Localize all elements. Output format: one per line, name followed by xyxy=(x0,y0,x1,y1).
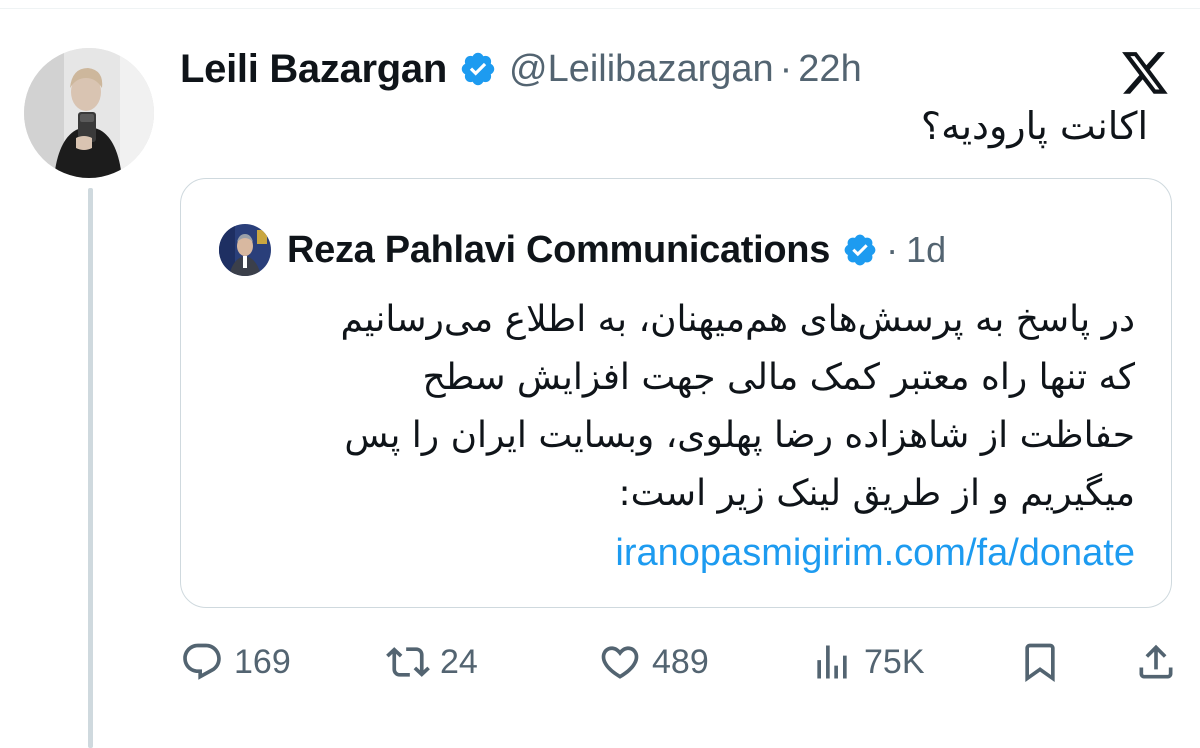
views-chart-icon xyxy=(817,645,847,679)
tweet-action-bar: 169 24 489 75K xyxy=(180,632,1180,692)
quoted-author-avatar[interactable] xyxy=(219,224,271,276)
quoted-header-separator: · xyxy=(886,229,899,270)
header-separator: · xyxy=(779,47,793,90)
donate-link[interactable]: iranopasmigirim.com/fa/donate xyxy=(215,523,1135,583)
quoted-text-line-2: که تنها راه معتبر کمک مالی جهت افزایش سط… xyxy=(422,357,1135,398)
retweet-count: 24 xyxy=(440,642,478,681)
reply-icon xyxy=(183,643,221,680)
quoted-tweet-timestamp[interactable]: 1d xyxy=(906,229,946,271)
views-button[interactable]: 75K xyxy=(810,632,925,692)
retweet-icon xyxy=(386,647,430,677)
quoted-text-line-1: در پاسخ به پرسش‌های هم‌میهنان، به اطلاع … xyxy=(340,299,1135,340)
like-count: 489 xyxy=(652,642,709,681)
quoted-text-line-3: حفاظت از شاهزاده رضا پهلوی، وبسایت ایران… xyxy=(344,415,1135,456)
author-avatar-image xyxy=(24,48,154,178)
views-count: 75K xyxy=(864,642,925,681)
share-icon xyxy=(1139,644,1173,679)
quoted-verified-badge-icon[interactable] xyxy=(842,232,878,268)
tweet-timestamp[interactable]: 22h xyxy=(798,48,861,91)
top-divider xyxy=(0,0,1200,9)
tweet-text: اکانت پارودیه؟ xyxy=(920,104,1148,148)
quoted-tweet-header: Reza Pahlavi Communications · 1d xyxy=(219,223,946,277)
reply-count: 169 xyxy=(234,642,291,681)
reply-button[interactable]: 169 xyxy=(180,632,291,692)
x-logo-icon[interactable] xyxy=(1120,52,1170,98)
bookmark-icon xyxy=(1025,643,1055,683)
quoted-tweet-body: در پاسخ به پرسش‌های هم‌میهنان، به اطلاع … xyxy=(215,291,1135,583)
quoted-tweet-card[interactable]: Reza Pahlavi Communications · 1d در پاسخ… xyxy=(180,178,1172,608)
bookmark-button[interactable] xyxy=(1018,632,1062,692)
tweet-header: Leili Bazargan @Leilibazargan · 22h xyxy=(180,44,862,94)
quoted-text-line-4: میگیریم و از طریق لینک زیر است: xyxy=(618,473,1135,514)
verified-badge-icon[interactable] xyxy=(459,50,497,88)
author-display-name[interactable]: Leili Bazargan xyxy=(180,47,447,92)
author-avatar[interactable] xyxy=(24,48,154,178)
quoted-author-display-name[interactable]: Reza Pahlavi Communications xyxy=(287,229,830,272)
author-handle[interactable]: @Leilibazargan xyxy=(509,48,774,91)
thread-line xyxy=(88,188,93,748)
heart-icon xyxy=(601,646,639,679)
retweet-button[interactable]: 24 xyxy=(386,632,478,692)
quoted-avatar-image xyxy=(219,224,271,276)
like-button[interactable]: 489 xyxy=(598,632,709,692)
share-button[interactable] xyxy=(1134,632,1178,692)
